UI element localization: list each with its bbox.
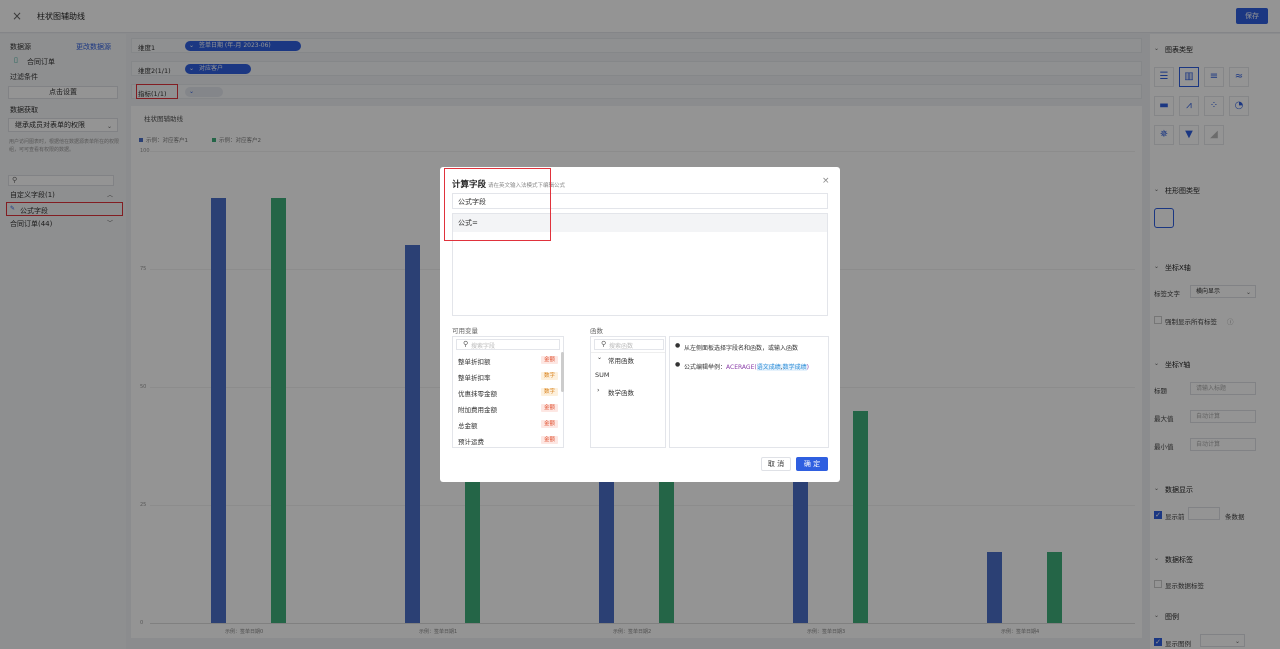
variable-type-tag: 数字 [540, 372, 558, 380]
confirm-button[interactable]: 确 定 [796, 457, 828, 471]
variable-search-input[interactable]: ⚲ 搜索字段 [456, 339, 560, 350]
bullet-icon: ● [675, 342, 681, 349]
math-functions-group[interactable]: 数学函数 [608, 387, 634, 397]
variable-name: 整单折扣额 [458, 358, 491, 366]
help-line1: 从左侧面板选择字段名和函数，或输入函数 [684, 345, 799, 352]
chevron-right-icon[interactable]: › [597, 386, 600, 394]
variable-item[interactable]: 优惠抹零金额 数字 [458, 386, 562, 399]
variable-name: 优惠抹零金额 [458, 390, 497, 398]
variable-type-tag: 金额 [540, 420, 558, 428]
variable-name: 整单折扣率 [458, 374, 491, 382]
variable-item[interactable]: 附加费用金额 金额 [458, 402, 562, 415]
variables-label: 可用变量 [452, 327, 478, 335]
functions-panel: ⚲ 搜索函数 ⌄ 常用函数 SUM › 数学函数 [590, 336, 666, 448]
variables-panel: ⚲ 搜索字段 整单折扣额 金额 整单折扣率 数字 优惠抹零金额 数字 附加费用金额 金额 总金额… [452, 336, 564, 448]
close-icon[interactable]: × [822, 176, 830, 186]
search-icon: ⚲ [463, 340, 469, 348]
variable-item[interactable]: 总金额 金额 [458, 418, 562, 431]
help-arg2: 数学成绩 [782, 364, 807, 371]
help-panel: ● 从左侧面板选择字段名和函数，或输入函数 ● 公式编辑举例：ACERAGE(语… [669, 336, 829, 448]
help-line2: 公式编辑举例：ACERAGE(语文成绩,数学成绩) [684, 362, 809, 371]
help-arg1: 语文成绩 [756, 364, 781, 371]
chevron-down-icon[interactable]: ⌄ [597, 354, 602, 361]
variable-name: 总金额 [458, 422, 478, 430]
variable-item[interactable]: 整单折扣率 数字 [458, 370, 562, 383]
variable-item[interactable]: 预计运费 金额 [458, 434, 562, 447]
function-search-placeholder: 搜索函数 [609, 343, 634, 350]
cancel-button[interactable]: 取 消 [761, 457, 791, 471]
highlight-box [444, 168, 551, 241]
calc-field-dialog: 计算字段 请在英文输入法模式下编辑公式 × 公式字段 公式= 可用变量 ⚲ 搜索… [440, 167, 840, 482]
bullet-icon: ● [675, 361, 681, 368]
variable-type-tag: 金额 [540, 404, 558, 412]
function-search-input[interactable]: ⚲ 搜索函数 [594, 339, 664, 350]
help-line2-prefix: 公式编辑举例： [684, 364, 727, 371]
variable-type-tag: 金额 [540, 436, 558, 444]
sum-function[interactable]: SUM [595, 371, 610, 379]
variable-type-tag: 金额 [540, 356, 558, 364]
variable-type-tag: 数字 [540, 388, 558, 396]
variable-item[interactable]: 整单折扣额 金额 [458, 354, 562, 367]
help-close: ) [806, 364, 809, 371]
common-functions-group[interactable]: 常用函数 [608, 355, 634, 365]
variable-name: 预计运费 [458, 438, 484, 446]
variable-name: 附加费用金额 [458, 406, 497, 414]
variable-search-placeholder: 搜索字段 [471, 343, 496, 350]
functions-label: 函数 [590, 327, 603, 335]
divider [591, 352, 665, 353]
help-func: ACERAGE( [726, 364, 757, 371]
search-icon: ⚲ [601, 340, 607, 348]
